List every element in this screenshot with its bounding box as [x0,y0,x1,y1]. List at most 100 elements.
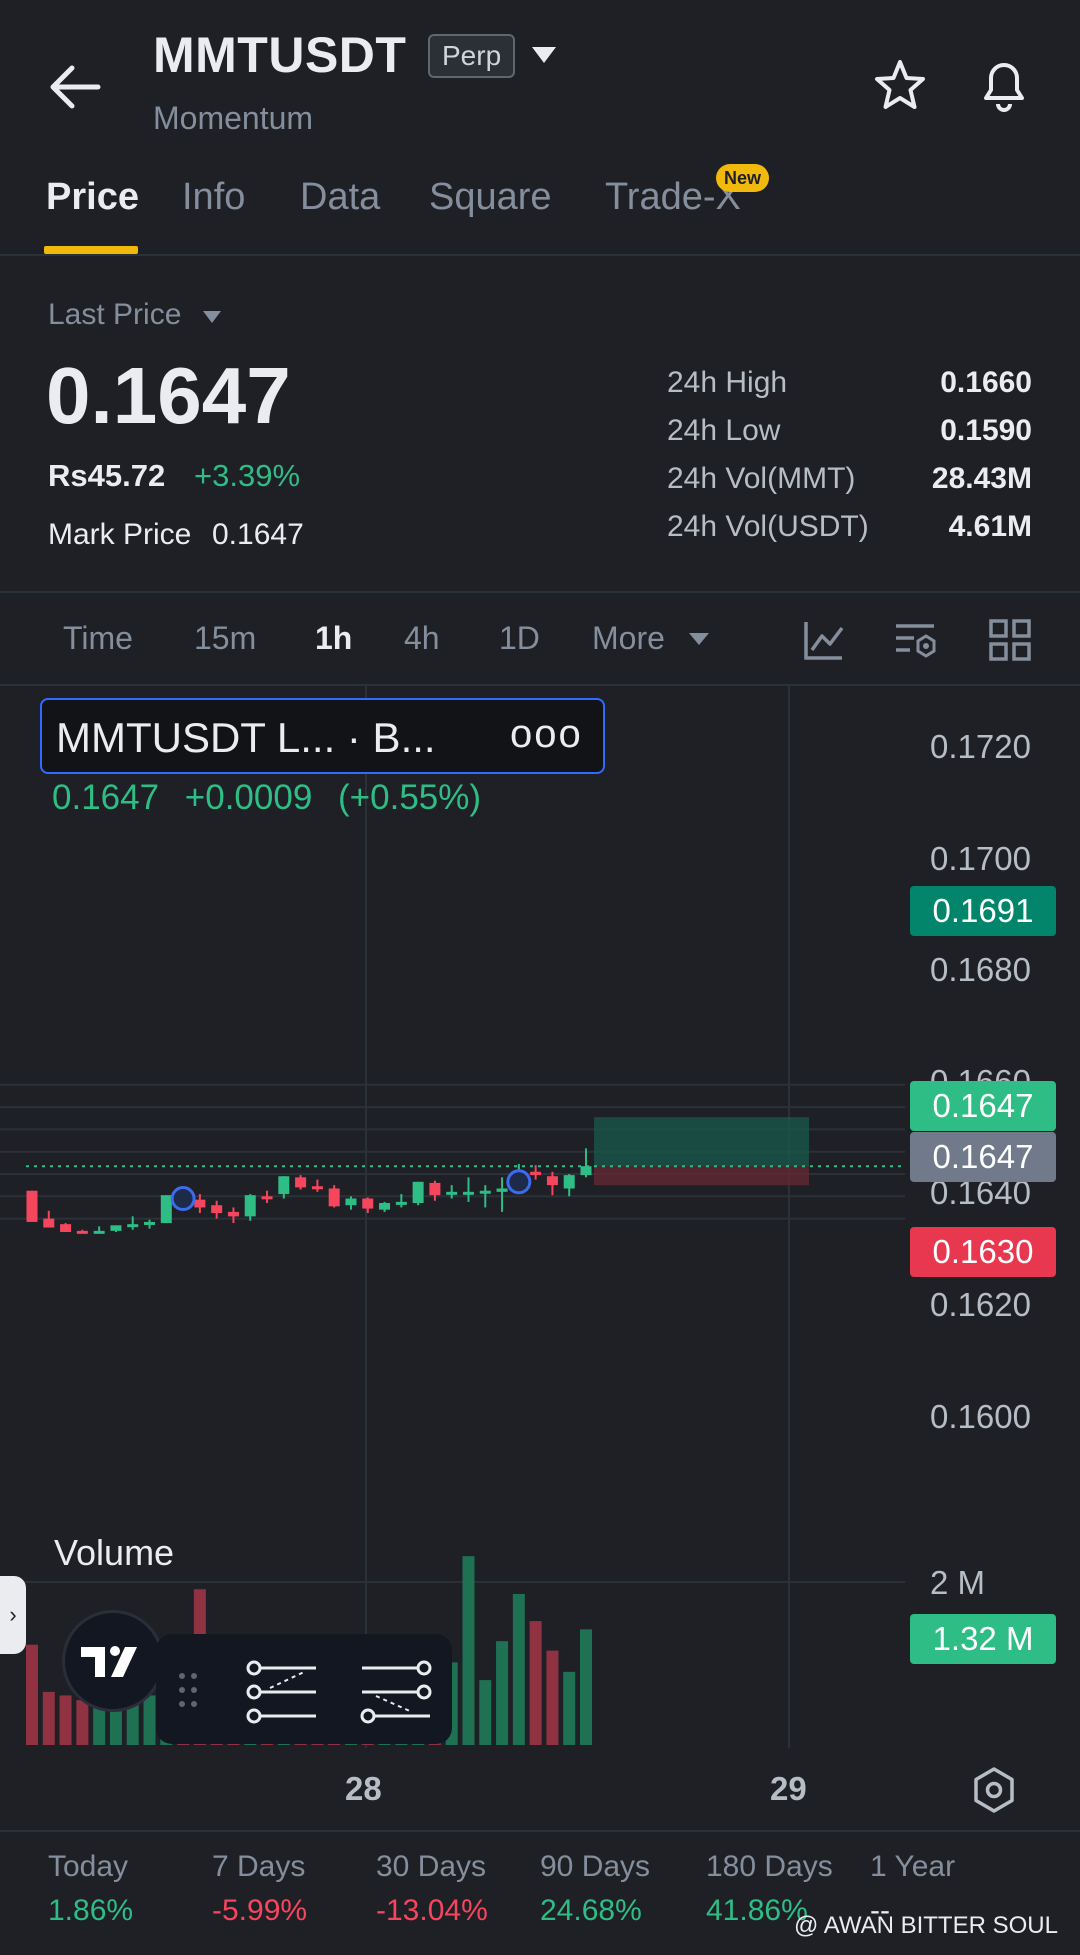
chart-legend-box[interactable]: MMTUSDT L... · B... ooo [40,698,605,774]
legend-change-pct: (+0.55%) [338,778,482,817]
candle-body [479,1190,491,1194]
price-change-percent: +3.39% [194,458,301,493]
candle-body [194,1199,206,1208]
perf-label-7d: 7 Days [212,1850,306,1883]
volume-bar [512,1593,525,1745]
candle-body [127,1224,139,1228]
section-divider [0,591,1080,593]
legend-title: MMTUSDT L... · B... [56,714,436,761]
top-tab-bar: Price Info Data Square Trade-X New [0,164,1080,256]
candle-body [110,1225,122,1231]
candle-body [379,1202,391,1210]
perf-value-today: 1.86% [48,1894,134,1927]
favorite-star-icon[interactable] [872,58,928,114]
candle-body [530,1171,542,1176]
last-price-tag: 0.1647 [910,1081,1056,1131]
indicator-chart-icon[interactable] [802,618,846,662]
candle-body [261,1196,273,1200]
candle-body [93,1230,105,1234]
date-axis-label: 28 [345,1770,382,1807]
active-tab-indicator [44,246,138,254]
tab-data[interactable]: Data [300,176,380,219]
short-position-tool-icon[interactable] [360,1660,432,1724]
volume-bar [496,1641,509,1745]
last-price-value: 0.1647 [46,351,291,440]
volume-bar [462,1556,475,1745]
legend-close: 0.1647 [52,778,160,817]
candle-body [144,1221,156,1225]
candle-body [446,1191,458,1195]
perf-value-7d: -5.99% [212,1894,308,1927]
volume-bar [580,1629,592,1745]
more-caret-icon[interactable] [688,632,710,646]
interval-1h[interactable]: 1h [315,620,352,657]
new-badge: New [716,164,770,192]
date-axis-label: 29 [770,1770,807,1807]
symbol-dropdown-caret-icon[interactable] [530,45,558,65]
watermark-text: @ AWAN BITTER SOUL [794,1912,1058,1939]
interval-1d[interactable]: 1D [499,620,540,657]
perf-value-90d: 24.68% [540,1894,642,1927]
chart-settings-hex-icon[interactable] [970,1766,1018,1814]
candle-body [311,1186,323,1190]
candle-body [563,1175,575,1189]
price-axis-label: 0.1620 [930,1286,1031,1323]
candle-body [244,1195,256,1217]
tab-info[interactable]: Info [182,176,245,219]
perf-value-30d: -13.04% [376,1894,488,1927]
stat-24h-vol-mmt-label: 24h Vol(MMT) [667,462,856,495]
candle-body [295,1177,307,1188]
perf-label-90d: 90 Days [540,1850,651,1883]
perf-label-30d: 30 Days [376,1850,487,1883]
candle-body [227,1211,239,1217]
last-price-dropdown[interactable]: Last Price [48,298,181,332]
interval-15m[interactable]: 15m [194,620,256,657]
mark-price-label: Mark Price [48,518,192,551]
candle-body [211,1205,223,1214]
price-alert-bell-icon[interactable] [976,56,1032,114]
stat-24h-high-label: 24h High [667,366,788,399]
stop-loss-zone [594,1166,809,1186]
long-position-tool-icon[interactable] [246,1660,318,1724]
side-panel-handle[interactable]: › [0,1576,26,1654]
candle-body [76,1230,88,1234]
interval-time[interactable]: Time [63,620,133,657]
price-axis-label: 0.1680 [930,951,1031,988]
legend-change: +0.0009 [184,778,313,817]
drag-handle-icon[interactable] [178,1672,198,1708]
symbol-title[interactable]: MMTUSDT [153,26,406,84]
volume-bar [529,1621,542,1745]
volume-bar [26,1644,38,1745]
volume-bar [42,1691,55,1745]
symbol-subtitle: Momentum [153,100,314,136]
back-arrow-icon[interactable] [48,62,102,112]
candle-body [278,1176,290,1195]
stat-24h-low-value: 0.1590 [940,414,1032,447]
legend-ohlc-values: 0.1647 +0.0009 (+0.55%) [52,778,497,818]
candle-body [26,1190,38,1222]
stat-24h-vol-usdt-value: 4.61M [948,510,1032,543]
stat-24h-vol-usdt-label: 24h Vol(USDT) [667,510,869,543]
tab-price[interactable]: Price [46,176,139,219]
tradingview-logo[interactable] [62,1610,164,1712]
candle-body [328,1188,340,1207]
tab-square[interactable]: Square [429,176,552,219]
take-profit-price-tag: 0.1691 [910,886,1056,936]
volume-bar [479,1680,492,1745]
volume-axis-label: 2 M [930,1564,986,1601]
perf-label-180d: 180 Days [706,1850,833,1883]
perf-label-today: Today [48,1850,129,1883]
interval-4h[interactable]: 4h [404,620,440,657]
trade-marker [170,1186,196,1212]
candle-body [412,1181,424,1203]
interval-more[interactable]: More [592,620,665,657]
candle-body [580,1166,592,1176]
performance-divider [0,1830,1080,1832]
layout-grid-icon[interactable] [988,618,1032,662]
legend-more-icon[interactable]: ooo [510,712,583,757]
volume-bar [563,1671,576,1745]
chart-settings-icon[interactable] [894,618,938,662]
last-price-caret-icon[interactable] [202,310,222,324]
candle-body [345,1198,357,1206]
stat-24h-high-value: 0.1660 [940,366,1032,399]
